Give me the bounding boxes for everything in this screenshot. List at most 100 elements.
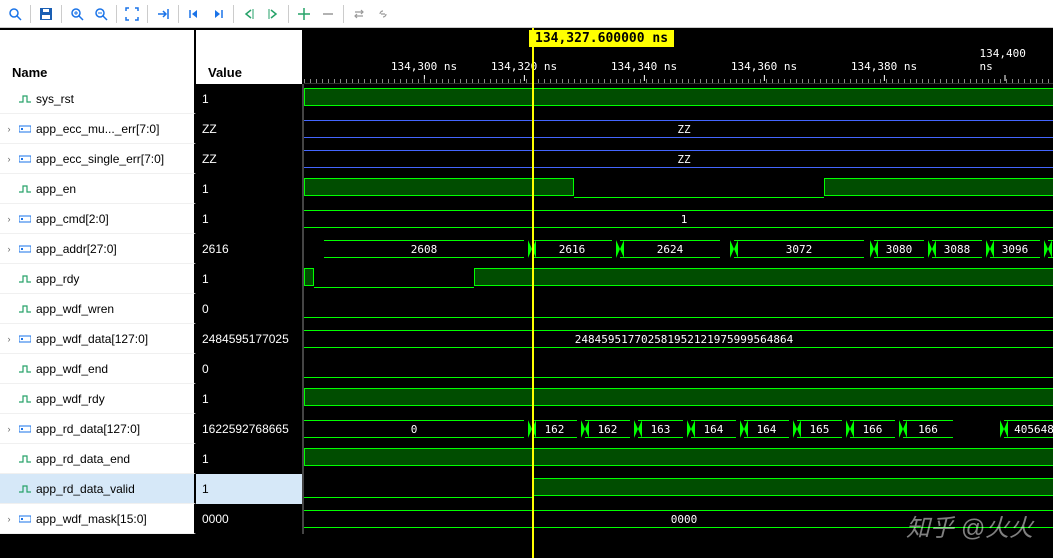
signal-name-cell[interactable]: sys_rst xyxy=(0,84,196,114)
next-end-icon[interactable] xyxy=(207,3,229,25)
signal-name-cell[interactable]: app_en xyxy=(0,174,196,204)
wave-row[interactable] xyxy=(304,354,1053,384)
wave-rows[interactable]: ZZZZ 126082616262430723080308830963 248459… xyxy=(304,84,1053,534)
signal-row[interactable]: sys_rst1 xyxy=(0,84,304,114)
bus-transition xyxy=(616,240,624,258)
remove-marker-icon[interactable] xyxy=(317,3,339,25)
prev-start-icon[interactable] xyxy=(183,3,205,25)
signal-value-cell[interactable]: ZZ xyxy=(196,114,304,144)
signal-value-cell[interactable]: 1 xyxy=(196,474,304,504)
signal-name-cell[interactable]: app_rd_data_end xyxy=(0,444,196,474)
bus-transition xyxy=(870,240,878,258)
signal-name-cell[interactable]: › app_addr[27:0] xyxy=(0,234,196,264)
signal-name-cell[interactable]: ›app_ecc_mu..._err[7:0] xyxy=(0,114,196,144)
signal-name-cell[interactable]: app_wdf_rdy xyxy=(0,384,196,414)
toolbar xyxy=(0,0,1053,28)
signal-value-cell[interactable]: 1 xyxy=(196,84,304,114)
signal-name-cell[interactable]: ›app_ecc_single_err[7:0] xyxy=(0,144,196,174)
signal-row[interactable]: ›app_cmd[2:0]1 xyxy=(0,204,304,234)
signal-row[interactable]: app_wdf_wren0 xyxy=(0,294,304,324)
signal-name-cell[interactable]: ›app_cmd[2:0] xyxy=(0,204,196,234)
signal-name-cell[interactable]: app_wdf_wren xyxy=(0,294,196,324)
signal-name-cell[interactable]: app_rd_data_valid xyxy=(0,474,196,504)
signal-value-cell[interactable]: 1 xyxy=(196,174,304,204)
wave-row[interactable]: 26082616262430723080308830963 xyxy=(304,234,1053,264)
add-marker-icon[interactable] xyxy=(293,3,315,25)
signal-row[interactable]: app_en1 xyxy=(0,174,304,204)
signal-name-cell[interactable]: app_wdf_end xyxy=(0,354,196,384)
signal-value-cell[interactable]: 1 xyxy=(196,384,304,414)
wave-bus-segment: 163 xyxy=(638,420,683,438)
signal-value-cell[interactable]: ZZ xyxy=(196,144,304,174)
expand-icon xyxy=(4,274,14,284)
signal-row[interactable]: app_rdy1 xyxy=(0,264,304,294)
wave-row[interactable]: 0162162163164164165166166405648 xyxy=(304,414,1053,444)
signal-value-cell[interactable]: 1622592768665 xyxy=(196,414,304,444)
search-icon[interactable] xyxy=(4,3,26,25)
signal-value-cell[interactable]: 2616 xyxy=(196,234,304,264)
signal-row[interactable]: app_rd_data_valid1 xyxy=(0,474,304,504)
signal-row[interactable]: ›app_ecc_single_err[7:0]ZZ xyxy=(0,144,304,174)
bit-signal-icon xyxy=(18,93,32,105)
prev-edge-icon[interactable] xyxy=(238,3,260,25)
signal-value-cell[interactable]: 0 xyxy=(196,294,304,324)
signal-row[interactable]: ›app_ecc_mu..._err[7:0]ZZ xyxy=(0,114,304,144)
wave-row[interactable] xyxy=(304,474,1053,504)
signal-row[interactable]: › app_wdf_data[127:0] 2484595177025 xyxy=(0,324,304,354)
signal-name-label: app_addr[27:0] xyxy=(36,242,117,256)
bus-transition xyxy=(634,420,642,438)
expand-icon[interactable]: › xyxy=(4,124,14,134)
save-icon[interactable] xyxy=(35,3,57,25)
expand-icon[interactable]: › xyxy=(4,424,14,434)
expand-icon[interactable]: › xyxy=(4,214,14,224)
wave-row[interactable] xyxy=(304,264,1053,294)
signal-value-cell[interactable]: 2484595177025 xyxy=(196,324,304,354)
signal-name-cell[interactable]: ›app_rd_data[127:0] xyxy=(0,414,196,444)
signal-row[interactable]: ›app_rd_data[127:0]1622592768665 xyxy=(0,414,304,444)
main-panel: Name Value sys_rst1›app_ecc_mu..._err[7:… xyxy=(0,28,1053,558)
signal-row[interactable]: app_wdf_rdy1 xyxy=(0,384,304,414)
signal-row[interactable]: app_rd_data_end1 xyxy=(0,444,304,474)
bus-signal-icon xyxy=(18,513,32,525)
signal-name-cell[interactable]: › app_wdf_data[127:0] xyxy=(0,324,196,354)
expand-icon[interactable]: › xyxy=(4,334,14,344)
signal-value-cell[interactable]: 1 xyxy=(196,264,304,294)
wave-row[interactable]: ZZ xyxy=(304,144,1053,174)
signal-value-cell[interactable]: 0 xyxy=(196,354,304,384)
wave-row[interactable] xyxy=(304,444,1053,474)
waveform-panel[interactable]: 134,327.600000 ns 134,300 ns134,320 ns13… xyxy=(304,28,1053,558)
zoom-fit-icon[interactable] xyxy=(121,3,143,25)
cursor-line[interactable] xyxy=(532,28,534,558)
signal-row[interactable]: ›app_wdf_mask[15:0]0000 xyxy=(0,504,304,534)
signal-row[interactable]: › app_addr[27:0] 2616 xyxy=(0,234,304,264)
next-edge-icon[interactable] xyxy=(262,3,284,25)
signal-value-cell[interactable]: 1 xyxy=(196,204,304,234)
signal-row[interactable]: app_wdf_end0 xyxy=(0,354,304,384)
signal-name-cell[interactable]: ›app_wdf_mask[15:0] xyxy=(0,504,196,534)
expand-icon xyxy=(4,184,14,194)
wave-bus-segment: 166 xyxy=(903,420,953,438)
wave-row[interactable] xyxy=(304,294,1053,324)
wave-row[interactable] xyxy=(304,384,1053,414)
wave-row[interactable]: ZZ xyxy=(304,114,1053,144)
name-header[interactable]: Name xyxy=(0,30,196,86)
wave-row[interactable]: 248459517702581952121975999564864 xyxy=(304,324,1053,354)
link-icon[interactable] xyxy=(372,3,394,25)
signal-name-cell[interactable]: app_rdy xyxy=(0,264,196,294)
wave-row[interactable]: 1 xyxy=(304,204,1053,234)
expand-icon[interactable]: › xyxy=(4,154,14,164)
expand-icon[interactable]: › xyxy=(4,514,14,524)
value-header[interactable]: Value xyxy=(196,30,304,86)
wave-row[interactable] xyxy=(304,174,1053,204)
wave-row[interactable] xyxy=(304,84,1053,114)
swap-icon[interactable] xyxy=(348,3,370,25)
expand-icon[interactable]: › xyxy=(4,244,14,254)
signal-name-label: app_wdf_data[127:0] xyxy=(36,332,148,346)
signal-value-cell[interactable]: 0000 xyxy=(196,504,304,534)
time-ruler[interactable]: 134,300 ns134,320 ns134,340 ns134,360 ns… xyxy=(304,28,1053,84)
bit-signal-icon xyxy=(18,483,32,495)
zoom-out-icon[interactable] xyxy=(90,3,112,25)
zoom-in-icon[interactable] xyxy=(66,3,88,25)
goto-icon[interactable] xyxy=(152,3,174,25)
signal-value-cell[interactable]: 1 xyxy=(196,444,304,474)
